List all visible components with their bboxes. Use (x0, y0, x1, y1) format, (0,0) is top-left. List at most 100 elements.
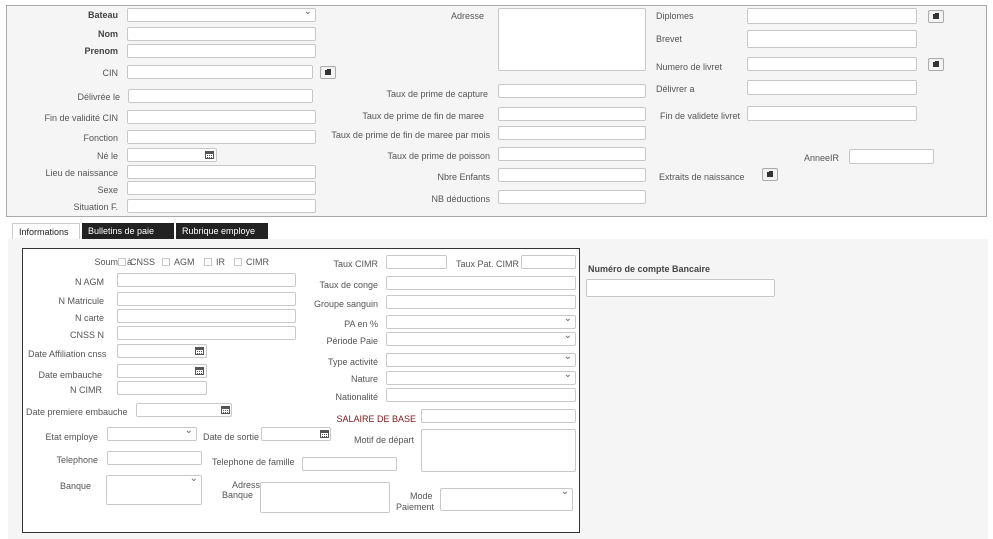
n-matricule-input[interactable] (117, 292, 296, 306)
prenom-label: Prenom (84, 46, 118, 56)
date-premiere-embauche-input[interactable] (136, 403, 232, 417)
date-embauche-calendar-icon[interactable] (195, 367, 204, 375)
adresse-banque-label-line2: Banque (222, 490, 254, 500)
ne-le-input[interactable] (127, 148, 217, 162)
cnss-n-input[interactable] (117, 326, 296, 340)
periode-paie-label: Période Paie (326, 336, 378, 346)
n-agm-input[interactable] (117, 273, 296, 287)
brevet-label: Brevet (656, 34, 683, 44)
taux-fin-maree-input[interactable] (498, 107, 646, 121)
groupe-sanguin-label: Groupe sanguin (313, 299, 378, 309)
n-carte-label: N carte (74, 313, 104, 323)
extraits-naissance-upload-icon[interactable] (762, 168, 778, 181)
taux-poisson-input[interactable] (498, 147, 646, 161)
date-sortie-calendar-icon[interactable] (320, 430, 329, 438)
n-cimr-input[interactable] (117, 381, 207, 395)
annee-ir-input[interactable] (849, 149, 934, 164)
taux-fin-maree-mois-label: Taux de prime de fin de maree par mois (331, 130, 490, 140)
cin-upload-icon[interactable] (320, 66, 336, 79)
nationalite-label: Nationalité (335, 392, 378, 402)
cin-input[interactable] (127, 65, 313, 79)
ir-checkbox-label: IR (216, 257, 225, 267)
sexe-input[interactable] (127, 181, 316, 195)
motif-depart-textarea[interactable] (421, 429, 576, 472)
pa-en-label: PA en % (344, 319, 378, 329)
taux-cimr-input[interactable] (386, 255, 447, 269)
cimr-checkbox[interactable] (234, 258, 242, 266)
type-activite-select[interactable] (386, 351, 576, 367)
cimr-checkbox-label: CIMR (246, 257, 269, 267)
adresse-banque-textarea[interactable] (260, 482, 390, 513)
nom-input[interactable] (127, 27, 316, 41)
situation-input[interactable] (127, 199, 316, 213)
annee-ir-label: AnneeIR (804, 153, 840, 163)
telephone-famille-label: Telephone de famille (212, 457, 295, 467)
date-affiliation-input[interactable] (117, 344, 207, 358)
ir-checkbox[interactable] (204, 258, 212, 266)
n-carte-input[interactable] (117, 309, 296, 323)
diplomes-label: Diplomes (656, 11, 694, 21)
taux-pat-cimr-label: Taux Pat. CIMR (456, 259, 520, 269)
telephone-label: Telephone (56, 455, 98, 465)
tab-bulletins-de-paie[interactable]: Bulletins de paie (82, 223, 174, 239)
delivrer-a-input[interactable] (747, 80, 917, 95)
numero-compte-label: Numéro de compte Bancaire (588, 264, 711, 274)
cnss-n-label: CNSS N (69, 330, 104, 340)
cnss-checkbox[interactable] (118, 258, 126, 266)
salaire-base-label: SALAIRE DE BASE (336, 414, 416, 424)
nature-select[interactable] (386, 369, 576, 385)
n-cimr-label: N CIMR (70, 385, 102, 395)
delivree-le-input[interactable] (128, 89, 313, 103)
taux-capture-input[interactable] (498, 84, 646, 98)
numero-livret-upload-icon[interactable] (928, 58, 944, 71)
groupe-sanguin-input[interactable] (386, 295, 576, 309)
ne-le-calendar-icon[interactable] (205, 151, 214, 159)
adresse-label: Adresse (450, 11, 484, 21)
taux-fin-maree-label: Taux de prime de fin de maree (362, 111, 484, 121)
etat-employe-select[interactable] (107, 425, 197, 441)
banque-select[interactable] (106, 473, 202, 505)
date-premiere-embauche-label: Date premiere embauche (26, 407, 128, 417)
nb-deductions-label: NB déductions (431, 194, 490, 204)
telephone-input[interactable] (107, 451, 202, 465)
date-affiliation-calendar-icon[interactable] (195, 347, 204, 355)
motif-depart-label: Motif de départ (354, 435, 415, 445)
diplomes-upload-icon[interactable] (928, 10, 944, 23)
taux-pat-cimr-input[interactable] (521, 255, 576, 269)
date-embauche-input[interactable] (117, 364, 207, 378)
etat-employe-label: Etat employe (45, 432, 98, 442)
cnss-checkbox-label: CNSS (130, 257, 156, 267)
taux-conge-input[interactable] (386, 276, 576, 290)
nationalite-input[interactable] (386, 388, 576, 402)
fonction-input[interactable] (127, 130, 316, 144)
taux-fin-maree-mois-input[interactable] (498, 126, 646, 140)
fin-validite-cin-input[interactable] (127, 110, 316, 124)
fonction-label: Fonction (83, 133, 118, 143)
periode-paie-select[interactable] (386, 330, 576, 346)
lieu-naissance-input[interactable] (127, 165, 316, 179)
nature-label: Nature (350, 374, 378, 384)
fin-validite-cin-label: Fin de validité CIN (44, 113, 118, 123)
brevet-input[interactable] (747, 30, 917, 48)
soumis-a-label: Soumis à (94, 257, 132, 267)
pa-en-select[interactable] (386, 313, 576, 329)
fin-validite-livret-input[interactable] (747, 106, 917, 121)
agm-checkbox[interactable] (162, 258, 170, 266)
telephone-famille-input[interactable] (302, 457, 397, 471)
nbre-enfants-input[interactable] (498, 168, 646, 182)
banque-label: Banque (60, 481, 92, 491)
prenom-input[interactable] (127, 44, 316, 58)
bateau-select[interactable] (127, 6, 316, 22)
adresse-textarea[interactable] (498, 8, 646, 71)
diplomes-input[interactable] (747, 8, 917, 24)
numero-livret-label: Numero de livret (656, 62, 723, 72)
tab-informations[interactable]: Informations (12, 223, 80, 239)
date-premiere-embauche-calendar-icon[interactable] (221, 406, 230, 414)
numero-livret-input[interactable] (747, 57, 917, 71)
nb-deductions-input[interactable] (498, 190, 646, 204)
tab-rubrique-employe[interactable]: Rubrique employe (176, 223, 268, 239)
numero-compte-input[interactable] (586, 279, 775, 297)
salaire-base-input[interactable] (421, 409, 576, 423)
taux-conge-label: Taux de conge (319, 280, 378, 290)
mode-paiement-select[interactable] (440, 486, 573, 511)
